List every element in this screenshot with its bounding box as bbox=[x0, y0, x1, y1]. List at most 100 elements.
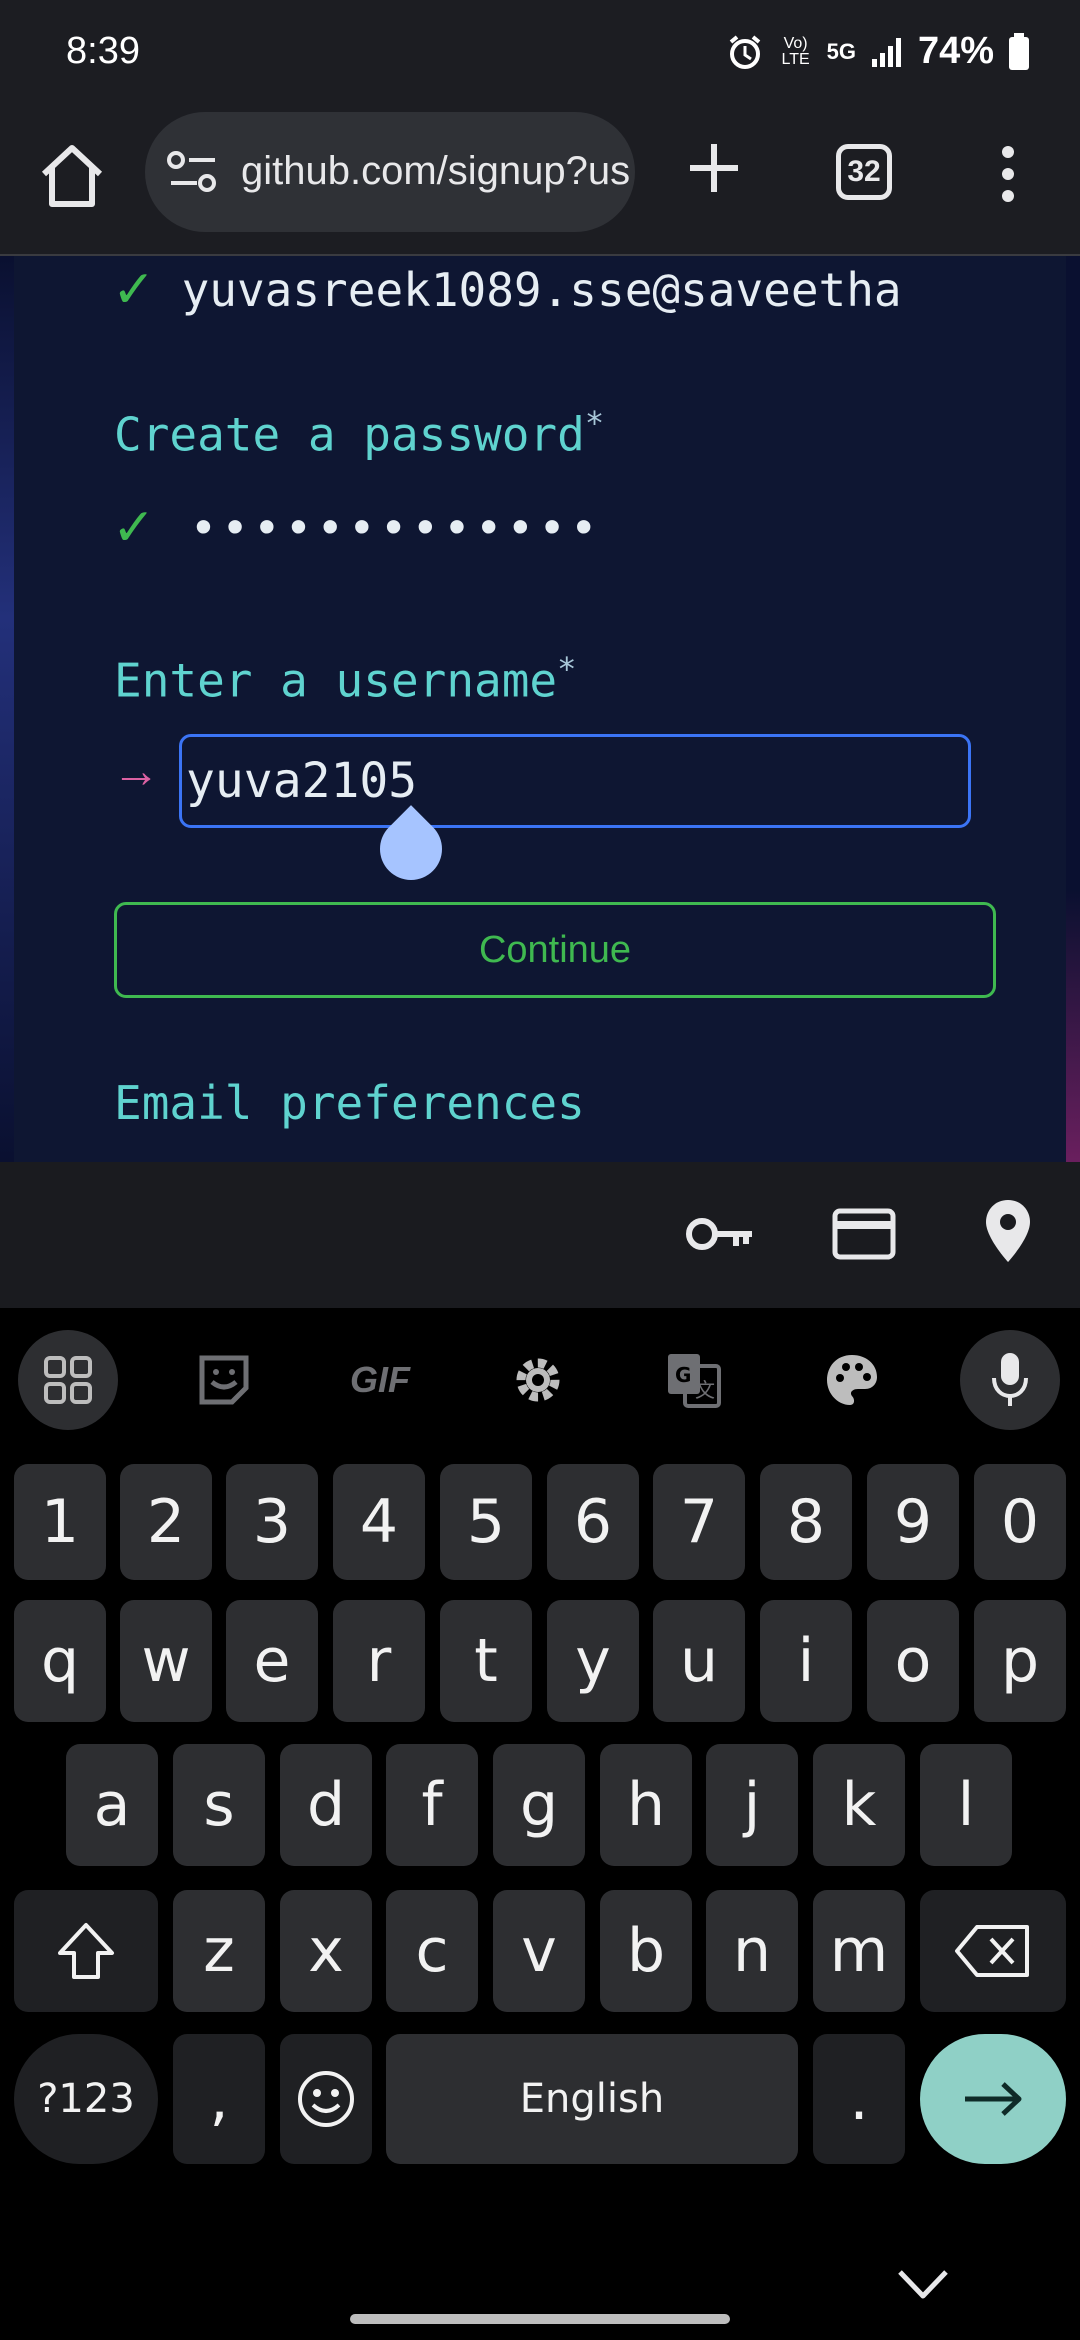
key-d[interactable]: d bbox=[280, 1744, 372, 1866]
autofill-bar bbox=[0, 1162, 1080, 1308]
go-enter-key[interactable] bbox=[920, 2034, 1066, 2164]
email-value[interactable]: yuvasreek1089.sse@saveetha bbox=[182, 263, 902, 317]
required-asterisk: * bbox=[584, 404, 605, 442]
sticker-icon[interactable] bbox=[174, 1330, 274, 1430]
status-icons: Vo) LTE 5G 74% bbox=[725, 30, 1030, 73]
payment-card-icon[interactable] bbox=[832, 1206, 896, 1262]
key-5[interactable]: 5 bbox=[440, 1464, 532, 1580]
key-4[interactable]: 4 bbox=[333, 1464, 425, 1580]
web-page: ✓ yuvasreek1089.sse@saveetha Create a pa… bbox=[0, 256, 1080, 1162]
key-1[interactable]: 1 bbox=[14, 1464, 106, 1580]
key-k[interactable]: k bbox=[813, 1744, 905, 1866]
key-p[interactable]: p bbox=[974, 1600, 1066, 1722]
alarm-icon bbox=[729, 34, 760, 69]
emoji-icon bbox=[298, 2071, 354, 2127]
backspace-icon bbox=[955, 1925, 1029, 1977]
continue-button[interactable]: Continue bbox=[114, 902, 996, 998]
key-e[interactable]: e bbox=[226, 1600, 318, 1722]
key-z[interactable]: z bbox=[173, 1890, 265, 2012]
key-l[interactable]: l bbox=[920, 1744, 1012, 1866]
key-f[interactable]: f bbox=[386, 1744, 478, 1866]
microphone-icon[interactable] bbox=[960, 1330, 1060, 1430]
status-time: 8:39 bbox=[66, 30, 140, 72]
tab-switcher-button[interactable]: 32 bbox=[836, 144, 892, 200]
password-row: ✓ ••••••••••••• bbox=[112, 498, 602, 558]
symbols-key[interactable]: ?123 bbox=[14, 2034, 158, 2164]
shift-key[interactable] bbox=[14, 1890, 158, 2012]
network-indicator: 5G bbox=[826, 38, 856, 64]
page-edge-decoration bbox=[0, 256, 14, 1162]
key-m[interactable]: m bbox=[813, 1890, 905, 2012]
password-label: Create a password* bbox=[114, 404, 605, 462]
email-valid-check-icon: ✓ bbox=[112, 261, 156, 319]
space-key[interactable]: English bbox=[386, 2034, 798, 2164]
browser-toolbar: github.com/signup?us 32 bbox=[0, 110, 1080, 256]
home-gesture-bar[interactable] bbox=[350, 2314, 730, 2324]
more-menu-icon[interactable] bbox=[996, 144, 1020, 204]
key-b[interactable]: b bbox=[600, 1890, 692, 2012]
key-u[interactable]: u bbox=[653, 1600, 745, 1722]
key-q[interactable]: q bbox=[14, 1600, 106, 1722]
password-field[interactable]: ••••••••••••• bbox=[190, 501, 602, 555]
required-asterisk: * bbox=[557, 650, 577, 688]
key-8[interactable]: 8 bbox=[760, 1464, 852, 1580]
key-o[interactable]: o bbox=[867, 1600, 959, 1722]
email-preferences-label: Email preferences bbox=[114, 1076, 585, 1130]
theme-palette-icon[interactable] bbox=[802, 1330, 902, 1430]
key-6[interactable]: 6 bbox=[547, 1464, 639, 1580]
key-0[interactable]: 0 bbox=[974, 1464, 1066, 1580]
key-n[interactable]: n bbox=[706, 1890, 798, 2012]
key-i[interactable]: i bbox=[760, 1600, 852, 1722]
email-row: ✓ yuvasreek1089.sse@saveetha bbox=[112, 260, 902, 320]
username-input[interactable]: yuva2105 bbox=[179, 734, 971, 828]
key-c[interactable]: c bbox=[386, 1890, 478, 2012]
address-bar[interactable]: github.com/signup?us bbox=[145, 112, 635, 232]
keyboard-toolbar: GIF G文 bbox=[0, 1308, 1080, 1438]
battery-percent: 74% bbox=[917, 30, 994, 72]
shift-icon bbox=[58, 1923, 114, 1979]
period-key[interactable]: . bbox=[813, 2034, 905, 2164]
soft-keyboard: GIF G文 1 2 3 4 5 6 7 8 9 0 q w e r t y u… bbox=[0, 1308, 1080, 2340]
signup-form: ✓ yuvasreek1089.sse@saveetha Create a pa… bbox=[14, 256, 1066, 1162]
gif-button[interactable]: GIF bbox=[330, 1330, 430, 1430]
arrow-right-icon bbox=[965, 2082, 1022, 2116]
key-x[interactable]: x bbox=[280, 1890, 372, 2012]
key-r[interactable]: r bbox=[333, 1600, 425, 1722]
current-step-arrow-icon: → bbox=[112, 745, 160, 798]
svg-text:G: G bbox=[675, 1363, 691, 1387]
home-icon[interactable] bbox=[38, 140, 106, 212]
url-text: github.com/signup?us bbox=[241, 149, 631, 193]
key-g[interactable]: g bbox=[493, 1744, 585, 1866]
key-h[interactable]: h bbox=[600, 1744, 692, 1866]
key-9[interactable]: 9 bbox=[867, 1464, 959, 1580]
signal-icon bbox=[871, 37, 901, 67]
key-w[interactable]: w bbox=[120, 1600, 212, 1722]
apps-grid-icon[interactable] bbox=[18, 1330, 118, 1430]
volte-indicator: Vo) LTE bbox=[781, 34, 810, 68]
new-tab-icon[interactable] bbox=[686, 140, 742, 196]
backspace-key[interactable] bbox=[920, 1890, 1066, 2012]
status-bar: 8:39 Vo) LTE 5G 74% bbox=[0, 0, 1080, 110]
key-3[interactable]: 3 bbox=[226, 1464, 318, 1580]
emoji-key[interactable] bbox=[280, 2034, 372, 2164]
svg-text:文: 文 bbox=[695, 1378, 715, 1402]
location-pin-icon[interactable] bbox=[984, 1198, 1032, 1264]
page-edge-decoration bbox=[1066, 256, 1080, 1162]
password-valid-check-icon: ✓ bbox=[112, 499, 156, 557]
comma-key[interactable]: , bbox=[173, 2034, 265, 2164]
site-settings-icon[interactable] bbox=[167, 150, 219, 194]
key-2[interactable]: 2 bbox=[120, 1464, 212, 1580]
key-v[interactable]: v bbox=[493, 1890, 585, 2012]
key-a[interactable]: a bbox=[66, 1744, 158, 1866]
key-7[interactable]: 7 bbox=[653, 1464, 745, 1580]
key-y[interactable]: y bbox=[547, 1600, 639, 1722]
key-t[interactable]: t bbox=[440, 1600, 532, 1722]
settings-gear-icon[interactable] bbox=[488, 1330, 588, 1430]
password-key-icon[interactable] bbox=[684, 1206, 756, 1262]
battery-icon bbox=[1009, 32, 1029, 70]
hide-keyboard-chevron-down-icon[interactable] bbox=[896, 2268, 950, 2300]
username-label: Enter a username* bbox=[114, 650, 577, 708]
translate-icon[interactable]: G文 bbox=[644, 1330, 744, 1430]
key-j[interactable]: j bbox=[706, 1744, 798, 1866]
key-s[interactable]: s bbox=[173, 1744, 265, 1866]
